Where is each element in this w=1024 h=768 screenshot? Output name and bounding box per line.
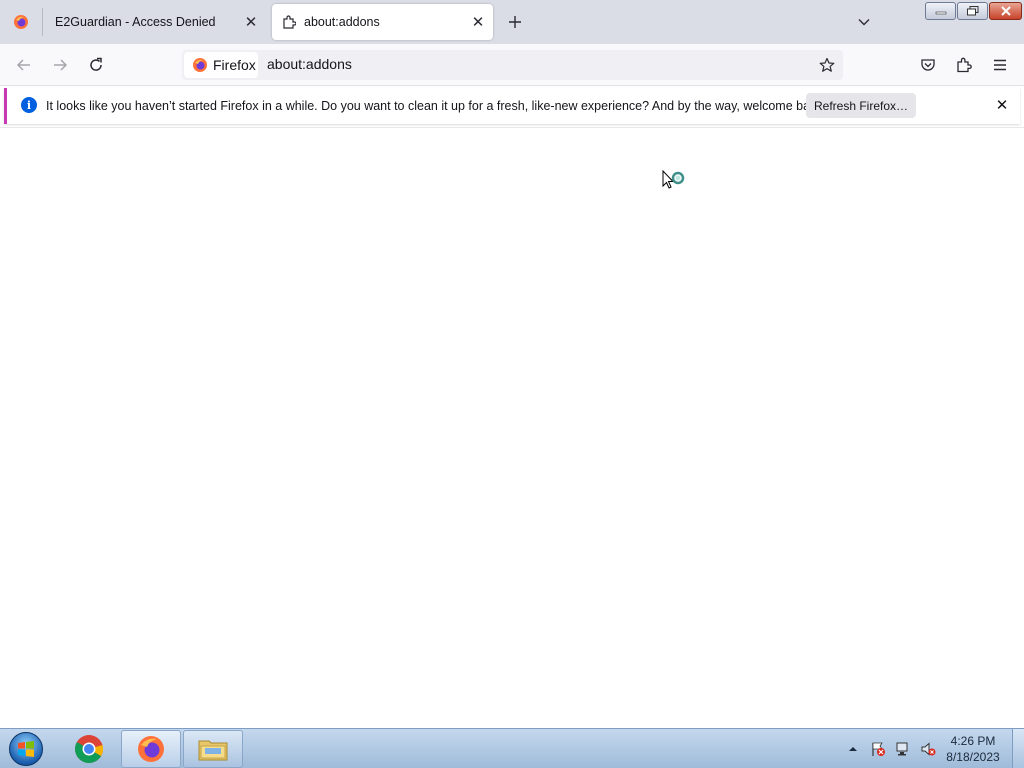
tab-separator [42,8,43,36]
hamburger-menu-icon [994,59,1006,71]
back-button[interactable] [11,52,37,78]
identity-box[interactable]: Firefox [184,52,258,78]
minimize-button[interactable] [925,2,956,20]
restore-button[interactable] [957,2,988,20]
windows-logo-icon [9,732,43,766]
taskbar-chrome[interactable] [59,730,119,768]
puzzle-piece-icon [957,57,972,73]
taskbar-firefox[interactable] [121,730,181,768]
restore-icon [966,6,978,16]
show-hidden-icons-icon[interactable] [842,738,864,760]
app-menu-button[interactable] [987,52,1013,78]
bookmark-star-button[interactable] [815,53,839,77]
close-icon[interactable]: ✕ [993,96,1011,114]
busy-cursor-icon [662,169,692,198]
url-text[interactable]: about:addons [267,56,352,72]
refresh-firefox-button[interactable]: Refresh Firefox… [806,93,916,118]
clock-date: 8/18/2023 [946,750,1000,764]
close-tab-icon[interactable]: ✕ [242,13,260,31]
notification-message: It looks like you haven’t started Firefo… [46,99,827,113]
firefox-icon [193,58,207,72]
start-button[interactable] [6,730,46,768]
volume-muted-icon[interactable] [917,738,939,760]
arrow-right-icon [54,59,68,71]
tab-title: E2Guardian - Access Denied [55,15,216,29]
system-tray [842,729,942,768]
window-close-button[interactable] [989,2,1022,20]
arrow-left-icon [16,59,30,71]
taskbar-clock[interactable]: 4:26 PM 8/18/2023 [938,733,1008,765]
url-bar[interactable]: Firefox about:addons [182,50,843,80]
chrome-icon [75,735,104,763]
tab-title: about:addons [304,15,380,29]
folder-icon [198,740,228,761]
minimize-icon [935,11,946,15]
puzzle-piece-icon [282,15,296,29]
refresh-notification-bar: i It looks like you haven’t started Fire… [4,88,1020,124]
firefox-view-button[interactable] [0,0,42,44]
plus-icon [509,16,521,28]
clock-time: 4:26 PM [950,734,996,748]
reload-button[interactable] [83,52,109,78]
pocket-icon [921,59,935,71]
chevron-down-icon [858,19,870,26]
new-tab-button[interactable] [503,10,527,34]
taskbar-file-explorer[interactable] [183,730,243,768]
info-icon: i [21,97,37,113]
star-icon [819,57,835,72]
firefox-icon [138,736,164,762]
extensions-button[interactable] [951,52,977,78]
close-icon [1000,6,1011,16]
forward-button[interactable] [47,52,73,78]
show-desktop-button[interactable] [1012,729,1024,768]
firefox-icon [14,15,28,29]
tab-addons[interactable]: about:addons ✕ [272,4,493,40]
tab-strip: E2Guardian - Access Denied ✕ about:addon… [0,0,1024,44]
action-center-flag-icon[interactable] [867,738,889,760]
network-icon[interactable] [892,738,914,760]
identity-label: Firefox [213,57,256,73]
reload-icon [90,57,102,71]
close-tab-icon[interactable]: ✕ [469,13,487,31]
pocket-button[interactable] [915,52,941,78]
taskbar: 4:26 PM 8/18/2023 [0,728,1024,768]
tab-e2guardian[interactable]: E2Guardian - Access Denied ✕ [44,4,266,40]
list-all-tabs-button[interactable] [852,10,876,34]
nav-toolbar: Firefox about:addons [0,44,1024,86]
page-content [0,127,1024,728]
